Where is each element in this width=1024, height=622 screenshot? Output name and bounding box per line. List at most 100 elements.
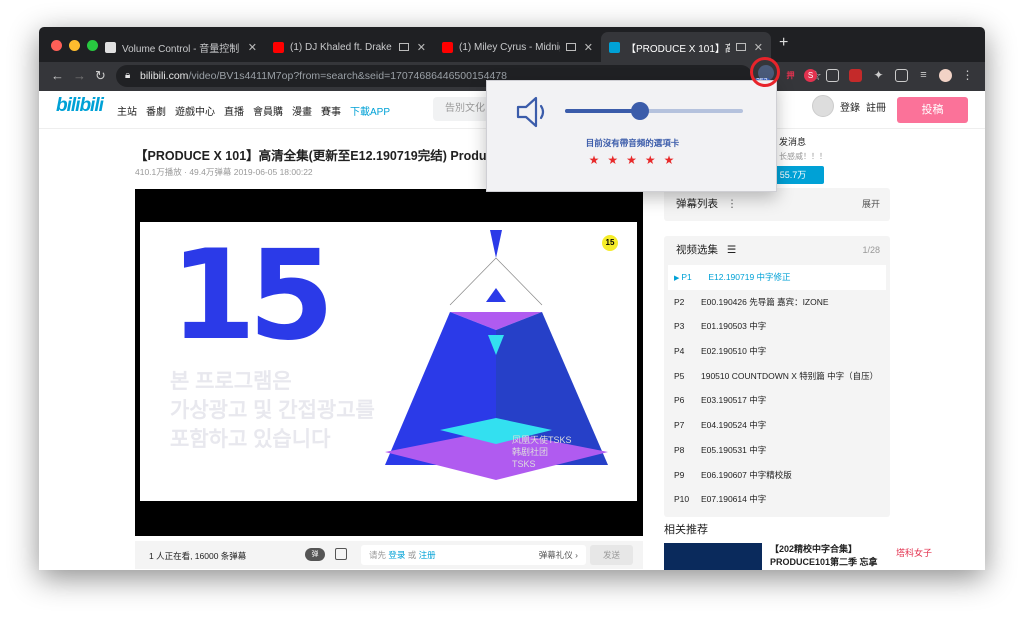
youtube-favicon-icon [273, 41, 284, 53]
close-tab-icon[interactable]: ✕ [248, 41, 257, 54]
rating-badge: 15 [602, 235, 618, 251]
part-number: P10 [674, 494, 690, 505]
danmaku-toggle[interactable]: 弹 [305, 548, 325, 561]
search-input[interactable]: 告別文化 [433, 97, 489, 121]
danmaku-control-bar: 1 人正在看, 16000 条弹幕 弹 请先 登录 或 注册 弹幕礼仪 › 发送 [135, 541, 643, 569]
list-item[interactable]: ▶ P1 E12.190719 中字修正 [668, 265, 886, 290]
list-item[interactable]: P9 E06.190607 中字精校版 [664, 463, 890, 488]
back-arrow-icon[interactable]: ← [51, 68, 64, 83]
part-title: E00.190426 先导篇 嘉宾：IZONE [701, 296, 829, 307]
url-host: bilibili.com [140, 70, 189, 82]
playing-media-icon [398, 43, 409, 51]
upload-button[interactable]: 投稿 [897, 97, 968, 123]
nav-shop[interactable]: 會員購 [253, 103, 283, 118]
related-thumbnail[interactable] [664, 543, 762, 570]
reload-icon[interactable]: ↻ [95, 68, 106, 84]
danmaku-settings-icon[interactable] [335, 548, 347, 560]
part-title: E02.190510 中字 [701, 346, 767, 357]
danmaku-input[interactable]: 请先 登录 或 注册 弹幕礼仪 › [361, 545, 586, 565]
menu-kebab-icon[interactable]: ⋮ [961, 69, 974, 82]
video-title: 【PRODUCE X 101】高清全集(更新至E12.190719完结) Pro… [135, 149, 501, 163]
related-heading: 相关推荐 [664, 524, 708, 536]
part-title: E07.190614 中字 [701, 494, 767, 505]
red-extension-icon[interactable]: 押 [784, 69, 797, 82]
list-item[interactable]: P2 E00.190426 先导篇 嘉宾：IZONE [664, 290, 890, 315]
reading-list-icon[interactable]: ≡ [917, 69, 930, 82]
close-tab-icon[interactable]: ✕ [584, 41, 593, 54]
nav-manga[interactable]: 漫畫 [292, 103, 312, 118]
profile-avatar-icon[interactable] [939, 69, 952, 82]
bilibili-logo[interactable]: bilibili [56, 95, 104, 117]
korean-line: 가상광고 및 간접광고를 [170, 399, 375, 422]
danmaku-etiquette-link[interactable]: 弹幕礼仪 › [539, 545, 578, 565]
or-text: 或 [407, 550, 417, 560]
related-title[interactable]: 【202精校中字合集】PRODUCE101第二季 忘拿碗... [770, 543, 888, 570]
list-item[interactable]: P10 E07.190614 中字 [664, 487, 890, 512]
volume-slider[interactable] [565, 102, 743, 120]
danmaku-login-link[interactable]: 登录 [388, 550, 405, 560]
nav-game-center[interactable]: 遊戲中心 [175, 103, 215, 118]
watermark-line: 凤凰天使TSKS [512, 435, 572, 445]
tab-dj-khaled[interactable]: (1) DJ Khaled ft. Drake - P ✕ [265, 32, 434, 62]
danmaku-list-panel[interactable]: 弹幕列表 ⋮ 展开 [664, 188, 890, 221]
send-button[interactable]: 发送 [590, 545, 633, 565]
pdf-extension-icon[interactable] [849, 69, 862, 82]
list-item[interactable]: P5 190510 COUNTDOWN X 特别篇 中字（自压） [664, 364, 890, 389]
list-item[interactable]: P8 E05.190531 中字 [664, 438, 890, 463]
list-item[interactable]: P7 E04.190524 中字 [664, 413, 890, 438]
fansub-watermark: 凤凰天使TSKS 韩剧社团 TSKS [512, 434, 572, 470]
tab-miley-cyrus[interactable]: (1) Miley Cyrus - Midnight ✕ [434, 32, 601, 62]
url-path: /video/BV1s4411M7op?from=search&seid=170… [188, 70, 507, 82]
list-item[interactable]: P6 E03.190517 中字 [664, 388, 890, 413]
puzzle-extensions-icon[interactable]: ✦ [872, 69, 885, 82]
s-extension-icon[interactable]: S [804, 69, 817, 82]
part-number: P3 [674, 321, 685, 332]
login-link[interactable]: 登錄 [840, 99, 860, 114]
nav-live[interactable]: 直播 [224, 103, 244, 118]
danmaku-register-link[interactable]: 注册 [419, 550, 436, 560]
forward-arrow-icon[interactable]: → [73, 68, 86, 83]
danmaku-list-label: 弹幕列表 [676, 198, 718, 210]
tab-volume-control[interactable]: Volume Control - 音量控制 - Ch ✕ [97, 32, 265, 62]
playlist-panel: 视频选集 ☰ 1/28 ▶ P1 E12.190719 中字修正 P2 E00.19… [664, 236, 890, 517]
close-window-button[interactable] [51, 40, 62, 51]
korean-notice: 본 프로그램은 가상광고 및 간접광고를 포함하고 있습니다 [170, 367, 375, 454]
related-tag[interactable]: 塔科女子 [896, 546, 932, 559]
nav-anime[interactable]: 番劇 [146, 103, 166, 118]
list-item[interactable]: P4 E02.190510 中字 [664, 339, 890, 364]
main-nav: 主站 番劇 遊戲中心 直播 會員購 漫畫 賽事 下載APP [117, 103, 390, 118]
part-title: E12.190719 中字修正 [708, 272, 791, 282]
avatar[interactable] [812, 95, 834, 117]
nav-main-site[interactable]: 主站 [117, 103, 137, 118]
register-link[interactable]: 註冊 [866, 99, 886, 114]
pocket-icon[interactable] [826, 69, 839, 82]
nav-download-app[interactable]: 下載APP [350, 103, 390, 118]
playlist-title: 视频选集 [676, 244, 718, 256]
playing-media-icon [735, 43, 746, 51]
volume-slider-knob[interactable] [630, 102, 649, 120]
minimize-window-button[interactable] [69, 40, 80, 51]
pyramid-graphic [385, 230, 608, 480]
part-number: P9 [674, 469, 685, 480]
new-tab-button[interactable]: + [779, 34, 788, 52]
show-logo-number: 15 [170, 224, 335, 368]
part-title: E05.190531 中字 [701, 444, 767, 455]
message-link[interactable]: 发消息 [779, 135, 806, 148]
rating-stars[interactable]: ★★★★★ [487, 153, 778, 167]
uploader-sign: 长感威！！！ [779, 152, 827, 161]
nav-esports[interactable]: 賽事 [321, 103, 341, 118]
playlist-header: 视频选集 ☰ 1/28 [664, 236, 890, 265]
tab-produce-x-101[interactable]: 【PRODUCE X 101】高清全 ✕ [601, 32, 771, 62]
list-icon[interactable]: ☰ [727, 244, 736, 256]
extension-favicon-icon [105, 41, 116, 53]
expand-link[interactable]: 展开 [862, 188, 880, 221]
more-icon[interactable]: ⋮ [727, 198, 738, 210]
close-tab-icon[interactable]: ✕ [754, 41, 763, 54]
list-item[interactable]: P3 E01.190503 中字 [664, 314, 890, 339]
video-player[interactable]: 15 본 프로그램은 가상광고 및 간접광고를 포함하고 있습니다 15 凤凰天… [135, 189, 643, 536]
close-tab-icon[interactable]: ✕ [417, 41, 426, 54]
part-number: P5 [674, 370, 685, 381]
part-number: P6 [674, 395, 685, 406]
cast-icon[interactable] [895, 69, 908, 82]
video-meta: 410.1万播放 · 49.4万弹幕 2019-06-05 18:00:22 [135, 167, 313, 177]
